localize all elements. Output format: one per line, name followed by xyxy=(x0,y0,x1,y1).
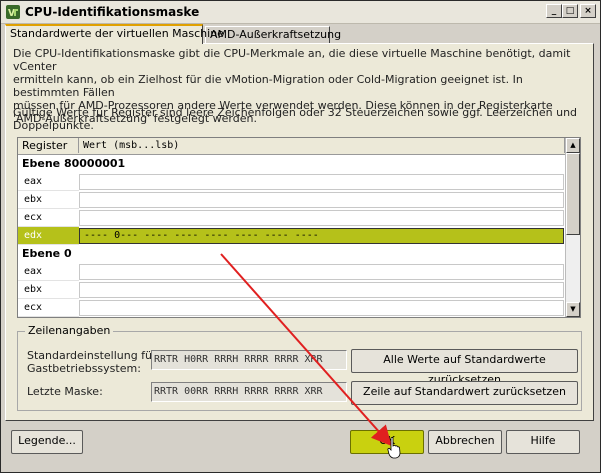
column-header-register[interactable]: Register xyxy=(18,138,79,153)
section-header: Ebene 0 xyxy=(22,247,72,260)
table-row[interactable]: ebx xyxy=(18,281,565,299)
register-grid: Register Wert (msb...lsb) Ebene 80000001… xyxy=(17,137,581,318)
legend-button[interactable]: Legende... xyxy=(11,430,83,454)
window-title: CPU-Identifikationsmaske xyxy=(25,5,200,19)
table-row[interactable]: eax xyxy=(18,263,565,281)
table-row[interactable]: ebx xyxy=(18,191,565,209)
cancel-button[interactable]: Abbrechen xyxy=(428,430,502,454)
register-value[interactable]: ---- 0--- ---- ---- ---- ---- ---- ---- xyxy=(79,228,564,244)
vertical-scrollbar[interactable]: ▲ ▼ xyxy=(565,138,580,317)
register-name: edx xyxy=(18,227,79,245)
cpu-mask-dialog: CPU-Identifikationsmaske _ □ × Standardw… xyxy=(0,0,601,473)
last-mask-label: Letzte Maske: xyxy=(27,385,103,398)
register-name: ebx xyxy=(18,191,79,209)
scroll-down-icon[interactable]: ▼ xyxy=(566,302,580,317)
table-row[interactable]: eax xyxy=(18,173,565,191)
grid-header: Register Wert (msb...lsb) xyxy=(18,138,565,155)
valid-values-hint: Gültige Werte für Register sind leere Ze… xyxy=(13,106,578,132)
register-name: ecx xyxy=(18,299,79,317)
maximize-button[interactable]: □ xyxy=(562,4,578,18)
section-header: Ebene 80000001 xyxy=(22,157,126,170)
title-bar: CPU-Identifikationsmaske _ □ × xyxy=(1,1,600,24)
register-value[interactable] xyxy=(79,282,564,298)
table-row[interactable]: ecx xyxy=(18,299,565,317)
help-button[interactable]: Hilfe xyxy=(506,430,580,454)
minimize-button[interactable]: _ xyxy=(546,4,562,18)
register-value[interactable] xyxy=(79,210,564,226)
hand-cursor-icon xyxy=(387,437,401,459)
register-value[interactable] xyxy=(79,192,564,208)
table-row[interactable]: ecx xyxy=(18,209,565,227)
register-name: eax xyxy=(18,263,79,281)
reset-row-button[interactable]: Zeile auf Standardwert zurücksetzen xyxy=(351,381,578,405)
register-name: eax xyxy=(18,173,79,191)
default-mask-field: RRTR H0RR RRRH RRRR RRRR XRR xyxy=(151,350,347,370)
vsphere-logo-icon xyxy=(6,5,20,19)
close-button[interactable]: × xyxy=(580,4,596,18)
scroll-thumb[interactable] xyxy=(566,153,580,235)
last-mask-field: RRTR 00RR RRRH RRRR RRRR XRR xyxy=(151,382,347,402)
register-value[interactable] xyxy=(79,300,564,316)
table-row-selected[interactable]: edx ---- 0--- ---- ---- ---- ---- ---- -… xyxy=(18,227,565,245)
register-name: ecx xyxy=(18,209,79,227)
default-mask-label: Standardeinstellung für Gastbetriebssyst… xyxy=(27,349,157,375)
register-value[interactable] xyxy=(79,264,564,280)
scroll-up-icon[interactable]: ▲ xyxy=(566,138,580,153)
column-header-value[interactable]: Wert (msb...lsb) xyxy=(79,138,565,153)
tab-vm-defaults[interactable]: Standardwerte der virtuellen Maschine xyxy=(5,24,224,44)
row-details-legend: Zeilenangaben xyxy=(25,324,114,337)
reset-all-button[interactable]: Alle Werte auf Standardwerte zurücksetze… xyxy=(351,349,578,386)
register-value[interactable] xyxy=(79,174,564,190)
register-name: ebx xyxy=(18,281,79,299)
